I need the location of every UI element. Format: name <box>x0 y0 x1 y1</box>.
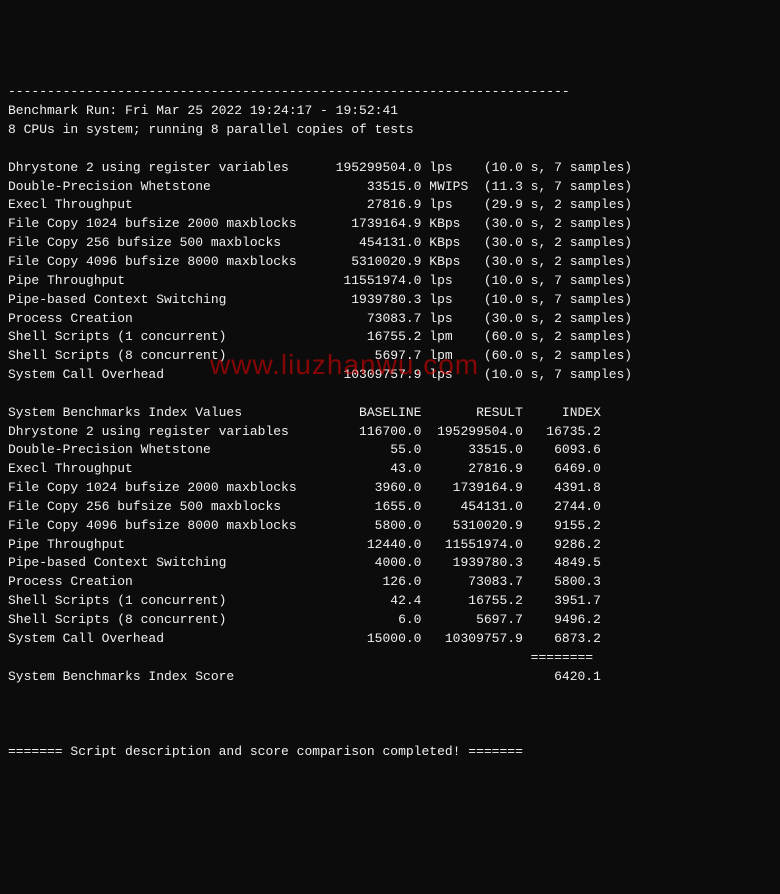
index-row: Pipe-based Context Switching 4000.0 1939… <box>8 554 772 573</box>
result-row: System Call Overhead 10309757.9 lps (10.… <box>8 366 772 385</box>
result-row: Shell Scripts (1 concurrent) 16755.2 lpm… <box>8 328 772 347</box>
result-row: Double-Precision Whetstone 33515.0 MWIPS… <box>8 178 772 197</box>
result-row: Process Creation 73083.7 lps (30.0 s, 2 … <box>8 310 772 329</box>
result-row: File Copy 4096 bufsize 8000 maxblocks 53… <box>8 253 772 272</box>
index-block: System Benchmarks Index Values BASELINE … <box>8 404 772 649</box>
score-line: System Benchmarks Index Score 6420.1 <box>8 668 772 687</box>
index-header-row: System Benchmarks Index Values BASELINE … <box>8 404 772 423</box>
result-row: Dhrystone 2 using register variables 195… <box>8 159 772 178</box>
result-row: Pipe Throughput 11551974.0 lps (10.0 s, … <box>8 272 772 291</box>
benchmark-run-line: Benchmark Run: Fri Mar 25 2022 19:24:17 … <box>8 102 772 121</box>
blank-line <box>8 724 772 743</box>
index-row: Pipe Throughput 12440.0 11551974.0 9286.… <box>8 536 772 555</box>
divider-top: ----------------------------------------… <box>8 83 772 102</box>
score-divider: ======== <box>8 649 772 668</box>
cpu-info-line: 8 CPUs in system; running 8 parallel cop… <box>8 121 772 140</box>
result-row: File Copy 256 bufsize 500 maxblocks 4541… <box>8 234 772 253</box>
index-row: Process Creation 126.0 73083.7 5800.3 <box>8 573 772 592</box>
footer-line: ======= Script description and score com… <box>8 743 772 762</box>
blank-line <box>8 140 772 159</box>
result-row: Execl Throughput 27816.9 lps (29.9 s, 2 … <box>8 196 772 215</box>
index-row: File Copy 1024 bufsize 2000 maxblocks 39… <box>8 479 772 498</box>
index-row: Dhrystone 2 using register variables 116… <box>8 423 772 442</box>
index-row: Shell Scripts (8 concurrent) 6.0 5697.7 … <box>8 611 772 630</box>
blank-line <box>8 686 772 705</box>
index-row: System Call Overhead 15000.0 10309757.9 … <box>8 630 772 649</box>
index-row: File Copy 4096 bufsize 8000 maxblocks 58… <box>8 517 772 536</box>
result-row: Shell Scripts (8 concurrent) 5697.7 lpm … <box>8 347 772 366</box>
result-row: Pipe-based Context Switching 1939780.3 l… <box>8 291 772 310</box>
index-row: File Copy 256 bufsize 500 maxblocks 1655… <box>8 498 772 517</box>
index-row: Shell Scripts (1 concurrent) 42.4 16755.… <box>8 592 772 611</box>
result-row: File Copy 1024 bufsize 2000 maxblocks 17… <box>8 215 772 234</box>
blank-line <box>8 385 772 404</box>
index-row: Execl Throughput 43.0 27816.9 6469.0 <box>8 460 772 479</box>
index-row: Double-Precision Whetstone 55.0 33515.0 … <box>8 441 772 460</box>
results-block: Dhrystone 2 using register variables 195… <box>8 159 772 385</box>
blank-line <box>8 705 772 724</box>
